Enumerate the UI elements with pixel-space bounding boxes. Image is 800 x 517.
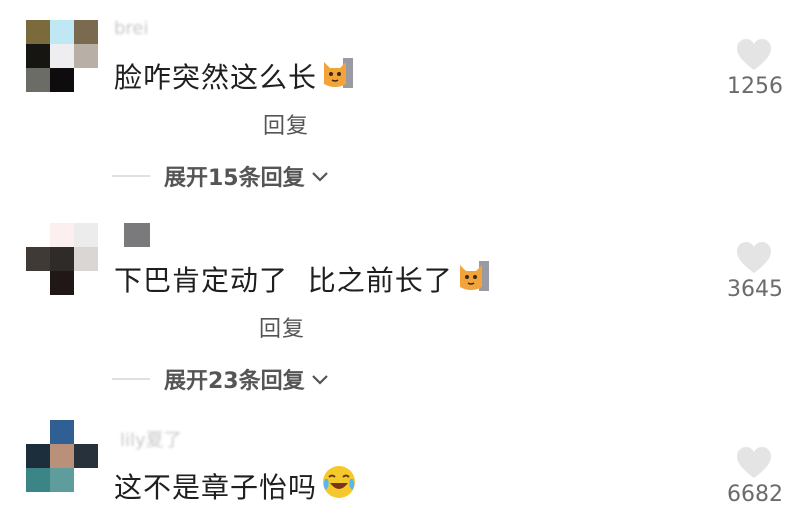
avatar-pixel bbox=[74, 68, 98, 92]
like-count: 1256 bbox=[727, 74, 783, 99]
comment-text-content: 脸咋突然这么长 bbox=[114, 60, 318, 94]
avatar[interactable] bbox=[26, 223, 98, 295]
avatar-pixel bbox=[26, 420, 50, 444]
avatar-pixel bbox=[74, 44, 98, 68]
heart-icon[interactable] bbox=[736, 38, 772, 72]
divider-line bbox=[112, 378, 150, 380]
chevron-down-icon bbox=[311, 164, 329, 189]
avatar-pixel bbox=[50, 68, 74, 92]
avatar-pixel bbox=[26, 44, 50, 68]
avatar-pixel bbox=[74, 420, 98, 444]
comment-item: lily夏了 这不是章子怡吗 6682 bbox=[0, 420, 800, 517]
avatar-pixel bbox=[74, 223, 98, 247]
like-count: 3645 bbox=[727, 277, 783, 302]
cat-emoji-icon bbox=[457, 257, 491, 300]
avatar-pixel bbox=[50, 223, 74, 247]
comment-item: 下巴肯定动了 比之前长了 回复 展开23条回复 3645 bbox=[0, 223, 800, 428]
heart-icon[interactable] bbox=[736, 446, 772, 480]
avatar-pixel bbox=[50, 20, 74, 44]
heart-icon[interactable] bbox=[736, 241, 772, 275]
avatar-pixel bbox=[50, 247, 74, 271]
comment-text-content: 这不是章子怡吗 bbox=[114, 470, 318, 504]
reply-button[interactable]: 回复 bbox=[259, 311, 305, 343]
avatar[interactable] bbox=[26, 20, 98, 92]
username-redacted bbox=[124, 223, 150, 247]
divider-line bbox=[112, 175, 150, 177]
avatar-pixel bbox=[74, 444, 98, 468]
avatar-pixel bbox=[26, 68, 50, 92]
expand-replies-label: 展开23条回复 bbox=[164, 369, 305, 394]
reply-button[interactable]: 回复 bbox=[263, 108, 309, 140]
expand-replies-label: 展开15条回复 bbox=[164, 166, 305, 191]
avatar[interactable] bbox=[26, 420, 98, 492]
comment-text-content: 下巴肯定动了 比之前长了 bbox=[114, 263, 453, 297]
comment-item: brei 脸咋突然这么长 回复 展开15条回复 1256 bbox=[0, 18, 800, 225]
avatar-pixel bbox=[50, 44, 74, 68]
avatar-pixel bbox=[74, 468, 98, 492]
avatar-pixel bbox=[26, 223, 50, 247]
comment-text: 这不是章子怡吗 bbox=[114, 464, 357, 507]
avatar-pixel bbox=[26, 468, 50, 492]
avatar-pixel bbox=[50, 468, 74, 492]
avatar-pixel bbox=[26, 444, 50, 468]
cat-emoji-icon bbox=[321, 54, 355, 97]
avatar-pixel bbox=[74, 271, 98, 295]
avatar-pixel bbox=[74, 247, 98, 271]
comment-text: 下巴肯定动了 比之前长了 bbox=[114, 257, 491, 300]
avatar-pixel bbox=[50, 271, 74, 295]
like-count: 6682 bbox=[727, 482, 783, 507]
avatar-pixel bbox=[26, 247, 50, 271]
avatar-pixel bbox=[74, 20, 98, 44]
avatar-pixel bbox=[50, 444, 74, 468]
username[interactable]: lily夏了 bbox=[120, 426, 182, 451]
expand-replies-button[interactable]: 展开23条回复 bbox=[112, 365, 329, 394]
avatar-pixel bbox=[26, 20, 50, 44]
comment-text: 脸咋突然这么长 bbox=[114, 54, 355, 97]
avatar-pixel bbox=[26, 271, 50, 295]
avatar-pixel bbox=[50, 420, 74, 444]
expand-replies-button[interactable]: 展开15条回复 bbox=[112, 162, 329, 191]
username[interactable]: brei bbox=[114, 18, 149, 39]
crying-laughing-face-icon bbox=[321, 464, 357, 507]
chevron-down-icon bbox=[311, 367, 329, 392]
